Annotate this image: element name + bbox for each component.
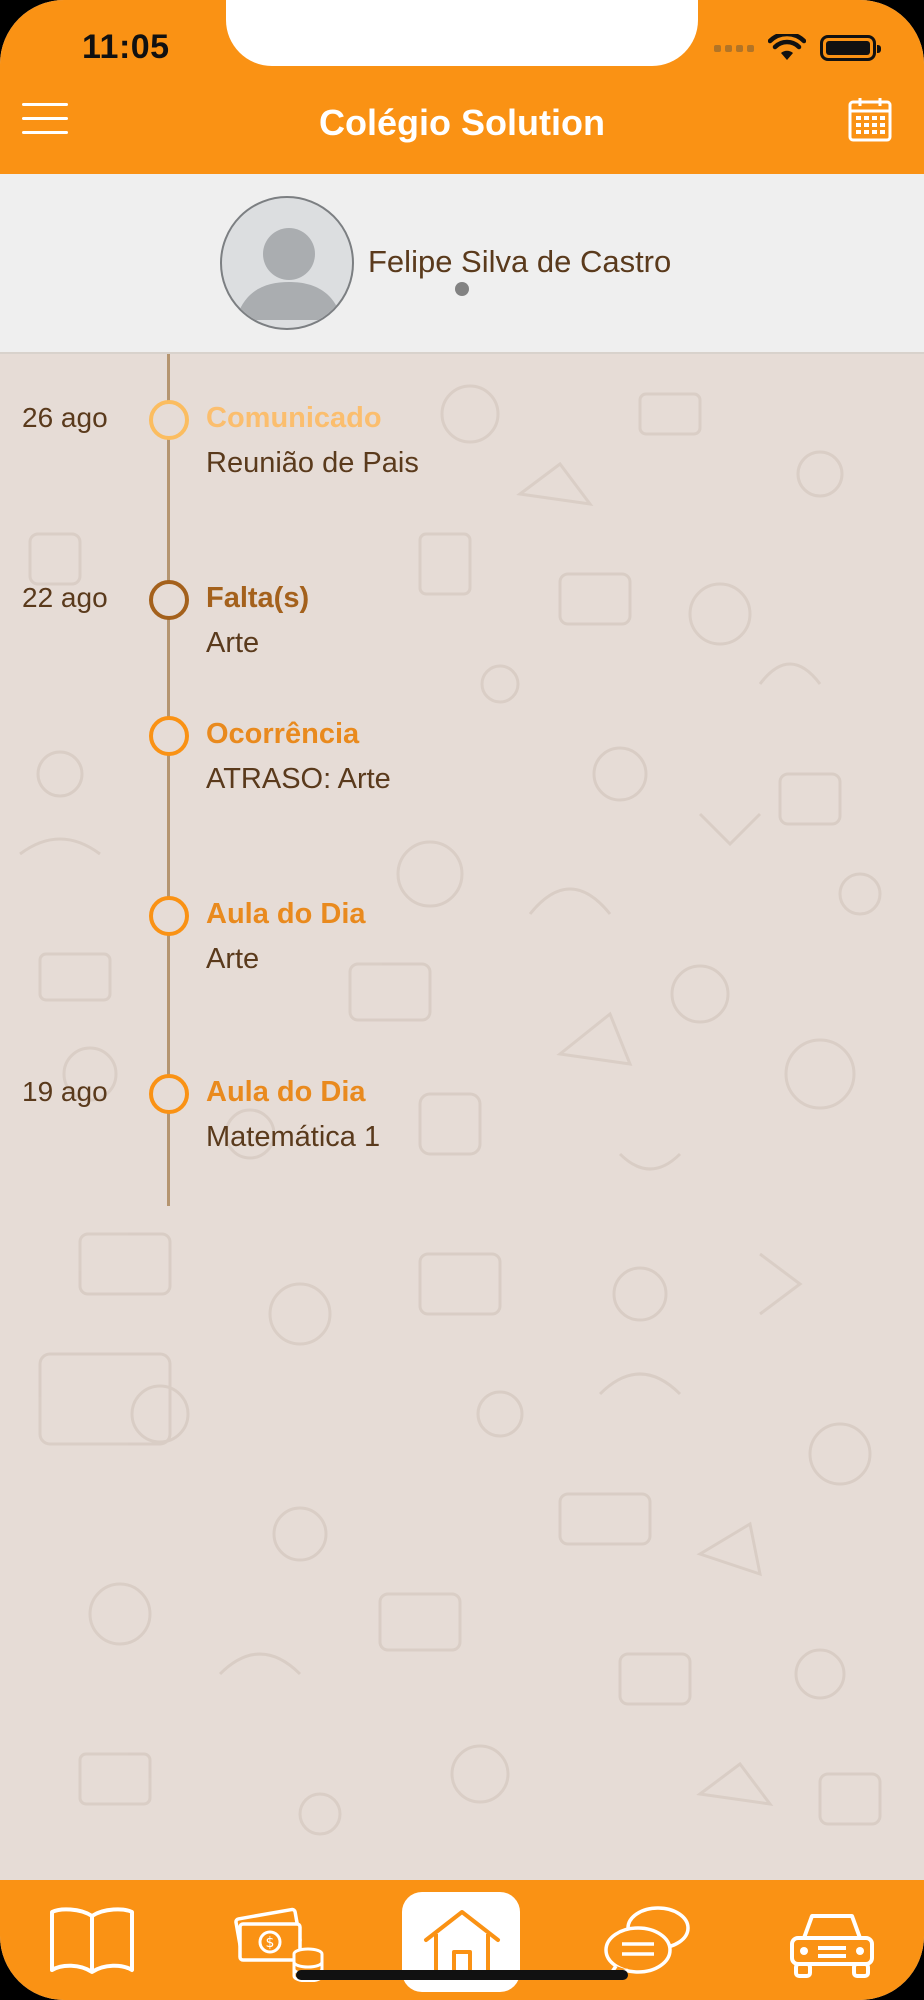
timeline-item-title[interactable]: Falta(s) bbox=[206, 582, 309, 615]
timeline-item-subtitle[interactable]: Arte bbox=[206, 627, 259, 660]
timeline-date: 19 ago bbox=[22, 1076, 108, 1107]
timeline-item-title[interactable]: Aula do Dia bbox=[206, 1076, 366, 1109]
doodle-background bbox=[19, 384, 882, 1836]
user-placeholder-icon bbox=[236, 228, 342, 320]
signal-icon bbox=[714, 44, 754, 52]
bottom-tab-bar: $ bbox=[0, 1880, 924, 2000]
timeline-node bbox=[149, 896, 189, 936]
timeline-date: 26 ago bbox=[22, 402, 108, 433]
page-indicator-dot bbox=[455, 282, 469, 296]
app-title: Colégio Solution bbox=[319, 102, 605, 143]
home-indicator[interactable] bbox=[296, 1970, 628, 1980]
timeline-item-subtitle[interactable]: Arte bbox=[206, 943, 259, 976]
timeline-item-title[interactable]: Ocorrência bbox=[206, 718, 359, 751]
timeline-item-subtitle[interactable]: Matemática 1 bbox=[206, 1121, 380, 1154]
tab-transporte[interactable] bbox=[784, 1902, 880, 1982]
app-screen: 11:05 Colégio Solution Felipe Silva de C… bbox=[0, 0, 924, 2000]
timeline: 26 ago Comunicado Reunião de Pais 22 ago… bbox=[0, 354, 924, 1880]
calendar-icon bbox=[848, 98, 892, 142]
avatar[interactable] bbox=[220, 196, 354, 330]
timeline-node bbox=[149, 400, 189, 440]
status-icons bbox=[714, 34, 881, 62]
timeline-item-title[interactable]: Comunicado bbox=[206, 402, 382, 435]
student-profile-bar[interactable]: Felipe Silva de Castro bbox=[0, 174, 924, 354]
timeline-date: 22 ago bbox=[22, 582, 108, 613]
timeline-node bbox=[149, 1074, 189, 1114]
device-notch bbox=[226, 0, 698, 66]
timeline-node bbox=[149, 716, 189, 756]
timeline-item-subtitle[interactable]: Reunião de Pais bbox=[206, 447, 419, 480]
student-name: Felipe Silva de Castro bbox=[368, 244, 672, 279]
status-time: 11:05 bbox=[82, 28, 170, 66]
book-icon bbox=[50, 1907, 134, 1974]
timeline-item-title[interactable]: Aula do Dia bbox=[206, 898, 366, 931]
timeline-item-subtitle[interactable]: ATRASO: Arte bbox=[206, 763, 391, 796]
tab-agenda[interactable] bbox=[44, 1902, 140, 1982]
wifi-icon bbox=[768, 34, 806, 60]
app-header: 11:05 Colégio Solution bbox=[0, 0, 924, 174]
car-icon bbox=[790, 1914, 874, 1978]
timeline-node bbox=[149, 580, 189, 620]
battery-icon bbox=[820, 35, 881, 61]
calendar-button[interactable] bbox=[848, 96, 892, 142]
svg-text:$: $ bbox=[266, 1935, 275, 1951]
